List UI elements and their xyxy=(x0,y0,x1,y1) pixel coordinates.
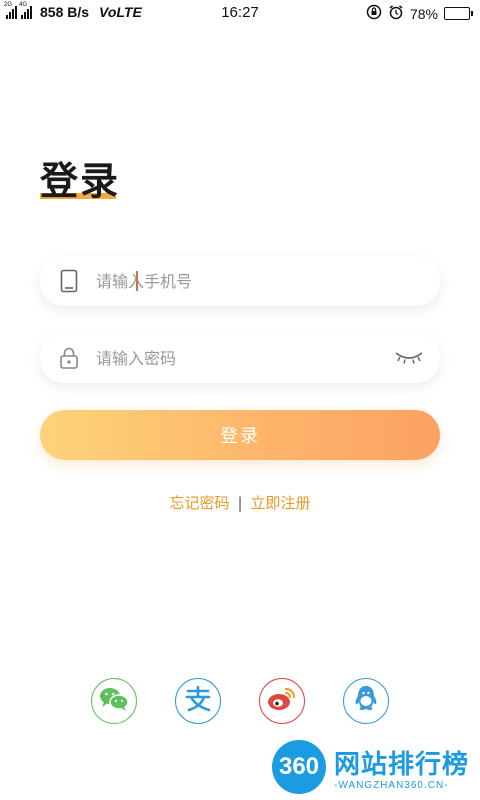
phone-field[interactable] xyxy=(40,256,440,306)
login-button[interactable]: 登录 xyxy=(40,410,440,460)
battery-percent: 78% xyxy=(409,5,438,22)
weibo-icon xyxy=(266,685,298,717)
watermark-subtitle: -WANGZHAN360.CN- xyxy=(334,780,449,791)
auth-links: 忘记密码 | 立即注册 xyxy=(0,492,480,513)
qq-icon xyxy=(353,684,379,718)
battery-icon xyxy=(444,7,473,20)
register-link[interactable]: 立即注册 xyxy=(251,492,311,513)
password-input[interactable] xyxy=(96,348,386,368)
lock-icon xyxy=(58,347,80,369)
watermark-title: 网站排行榜 xyxy=(334,750,470,780)
status-right: 78% xyxy=(366,4,473,23)
site-watermark: 360 网站排行榜 -WANGZHAN360.CN- xyxy=(268,738,478,798)
forgot-password-link[interactable]: 忘记密码 xyxy=(169,492,229,513)
weibo-login-button[interactable] xyxy=(259,678,305,724)
rotation-lock-icon xyxy=(366,4,382,23)
title-block: 登录 xyxy=(40,150,120,205)
wechat-icon xyxy=(98,685,130,717)
wechat-login-button[interactable] xyxy=(91,678,137,724)
alipay-icon xyxy=(183,685,213,717)
alarm-icon xyxy=(388,4,404,23)
qq-login-button[interactable] xyxy=(343,678,389,724)
watermark-badge: 360 xyxy=(272,740,326,794)
alipay-login-button[interactable] xyxy=(175,678,221,724)
phone-icon xyxy=(58,269,80,293)
phone-input[interactable] xyxy=(96,271,386,291)
text-caret xyxy=(136,271,138,291)
password-field[interactable] xyxy=(40,333,440,383)
page-title: 登录 xyxy=(40,159,121,203)
link-separator: | xyxy=(237,493,243,512)
eye-closed-icon[interactable] xyxy=(394,347,424,371)
status-bar: 2G 4G 858 B/s VoLTE 16:27 78% xyxy=(0,0,480,26)
